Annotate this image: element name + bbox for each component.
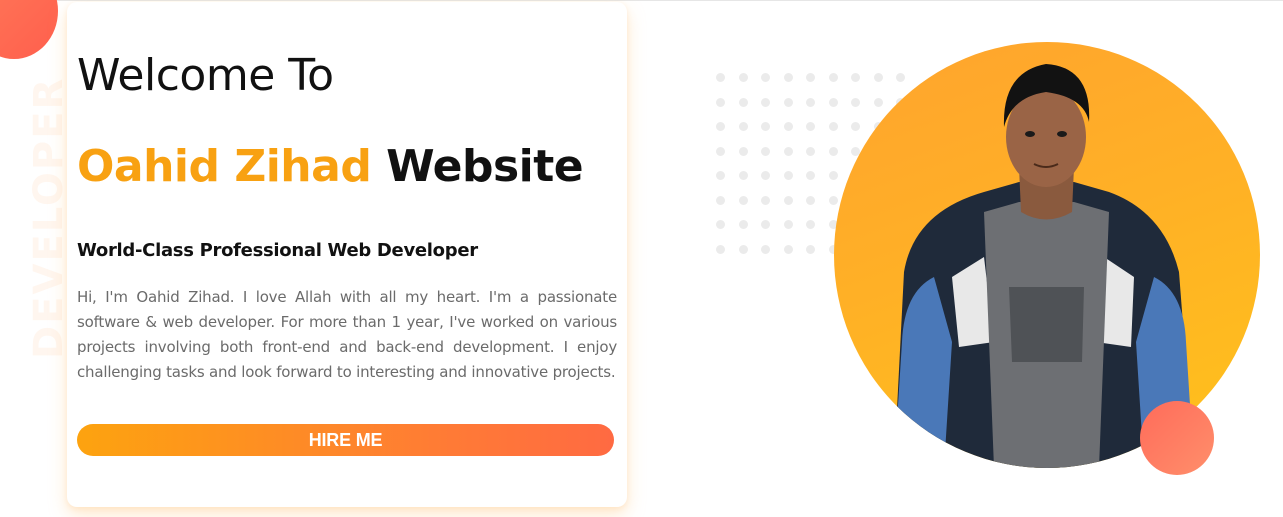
dot-decor [828,195,838,205]
dot-decor [761,122,770,131]
dot-decor [716,146,725,156]
dot-decor [783,97,793,107]
dot-decor [828,122,838,131]
dot-decor [716,97,725,107]
corner-decor-blob [0,0,58,59]
dot-decor [828,146,838,156]
hero-name-highlight: Oahid Zihad [77,141,372,192]
dot-decor [851,73,860,82]
dot-decor [738,146,748,156]
dot-decor [828,73,838,82]
dot-decor [783,73,793,82]
hero-bio: Hi, I'm Oahid Zihad. I love Allah with a… [77,288,617,381]
dot-decor [716,171,725,180]
dot-decor [738,244,748,254]
hero-subtitle: World-Class Professional Web Developer [77,240,478,261]
dot-decor [738,122,748,131]
hire-me-button[interactable]: HIRE ME [77,424,614,456]
hero-title-line1: Welcome To [77,50,334,101]
dot-decor [896,73,905,82]
dot-decor [806,122,815,131]
dot-decor [738,220,748,229]
dot-decor [716,195,725,205]
dot-decor [851,122,860,131]
dot-decor [873,97,883,107]
dot-decor [806,244,815,254]
dot-decor [828,97,838,107]
developer-portrait-illustration [894,64,1194,468]
dot-decor [828,171,838,180]
dot-decor [783,195,793,205]
dot-decor [783,122,793,131]
dot-decor [806,97,815,107]
dot-decor [851,97,860,107]
dot-decor [806,146,815,156]
dot-decor [761,171,770,180]
dot-decor [783,220,793,229]
dot-decor [738,195,748,205]
dot-decor [761,244,770,254]
dot-decor [738,97,748,107]
dot-decor [716,122,725,131]
dot-decor [806,195,815,205]
vertical-developer-watermark: DEVELOPER [26,76,72,359]
dot-decor [806,171,815,180]
portrait-photo [834,42,1260,468]
dot-decor [806,73,815,82]
dot-decor [761,97,770,107]
hero-title-suffix: Website [386,141,584,192]
dot-decor [783,244,793,254]
dot-decor [806,220,815,229]
dot-decor [738,73,748,82]
dot-decor [761,220,770,229]
hero-title-line2: Oahid Zihad Website [77,141,584,192]
dot-decor [738,171,748,180]
dot-decor [761,146,770,156]
dot-decor [716,73,725,82]
dot-decor [716,244,725,254]
hero-card: Welcome To Oahid Zihad Website World-Cla… [67,2,627,507]
small-decor-blob [1140,401,1214,475]
dot-decor [783,146,793,156]
dot-decor [761,73,770,82]
dot-decor [783,171,793,180]
dot-decor [716,220,725,229]
dot-decor [761,195,770,205]
dot-decor [873,73,883,82]
